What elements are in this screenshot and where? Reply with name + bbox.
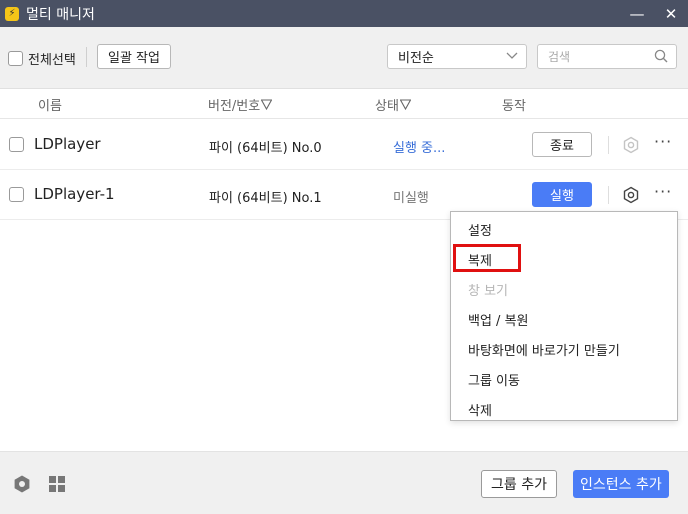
menu-item-desktop-shortcut[interactable]: 바탕화면에 바로가기 만들기	[468, 340, 620, 359]
instance-status: 실행 중...	[393, 141, 446, 156]
grid-icon[interactable]	[48, 475, 66, 493]
col-version[interactable]: 버전/번호	[208, 95, 273, 114]
row-checkbox[interactable]	[9, 137, 24, 152]
highlight-box	[453, 244, 521, 272]
col-status[interactable]: 상태	[375, 95, 412, 114]
title-bar: ⚡ 멀티 매니저 — ✕	[0, 0, 688, 27]
instance-name: LDPlayer	[34, 135, 101, 153]
menu-item-move-group[interactable]: 그룹 이동	[468, 370, 520, 389]
filter-icon[interactable]	[399, 99, 412, 111]
col-status-label: 상태	[375, 99, 399, 114]
col-version-label: 버전/번호	[208, 99, 261, 114]
column-header: 이름 버전/번호 상태 동작	[0, 89, 688, 119]
minimize-button[interactable]: —	[620, 0, 654, 27]
select-all[interactable]: 전체선택	[8, 49, 76, 68]
row-checkbox[interactable]	[9, 187, 24, 202]
gear-icon[interactable]	[621, 185, 641, 205]
search-input[interactable]: 검색	[537, 44, 677, 69]
gear-icon[interactable]	[621, 135, 641, 155]
instance-version: 파이 (64비트) No.0	[209, 141, 322, 156]
gear-icon[interactable]	[12, 474, 32, 494]
col-action: 동작	[502, 99, 526, 114]
window-title: 멀티 매니저	[26, 6, 95, 23]
chevron-down-icon	[506, 52, 518, 59]
row-divider	[608, 186, 609, 204]
toolbar: 전체선택 일괄 작업 비전순 검색	[0, 27, 688, 89]
select-all-checkbox[interactable]	[8, 51, 23, 66]
batch-action-button[interactable]: 일괄 작업	[97, 44, 171, 69]
row-divider	[608, 136, 609, 154]
table-row: LDPlayer 파이 (64비트) No.0 실행 중... 종료 ···	[0, 120, 688, 170]
instance-status: 미실행	[393, 191, 429, 206]
toolbar-divider	[86, 47, 87, 67]
context-menu: 설정 복제 창 보기 백업 / 복원 바탕화면에 바로가기 만들기 그룹 이동 …	[450, 211, 678, 421]
instance-name: LDPlayer-1	[34, 185, 115, 203]
search-placeholder: 검색	[548, 50, 571, 64]
col-name: 이름	[38, 99, 62, 114]
add-group-button[interactable]: 그룹 추가	[481, 470, 557, 498]
select-all-label: 전체선택	[28, 53, 76, 68]
menu-item-view-window: 창 보기	[468, 284, 509, 299]
run-button[interactable]: 실행	[532, 182, 592, 207]
filter-icon[interactable]	[260, 99, 273, 111]
footer: 그룹 추가 인스턴스 추가	[0, 451, 688, 514]
instance-version: 파이 (64비트) No.1	[209, 191, 322, 206]
lightning-app-icon: ⚡	[5, 6, 19, 21]
more-icon[interactable]: ···	[654, 132, 672, 151]
window-controls: — ✕	[620, 0, 688, 27]
menu-item-backup-restore[interactable]: 백업 / 복원	[468, 310, 529, 329]
sort-select[interactable]: 비전순	[387, 44, 527, 69]
sort-select-value: 비전순	[398, 51, 434, 66]
stop-button[interactable]: 종료	[532, 132, 592, 157]
add-instance-button[interactable]: 인스턴스 추가	[573, 470, 669, 498]
menu-item-settings[interactable]: 설정	[468, 220, 492, 239]
close-button[interactable]: ✕	[654, 0, 688, 27]
menu-item-delete[interactable]: 삭제	[468, 400, 492, 419]
more-icon[interactable]: ···	[654, 182, 672, 201]
search-icon[interactable]	[654, 49, 668, 63]
